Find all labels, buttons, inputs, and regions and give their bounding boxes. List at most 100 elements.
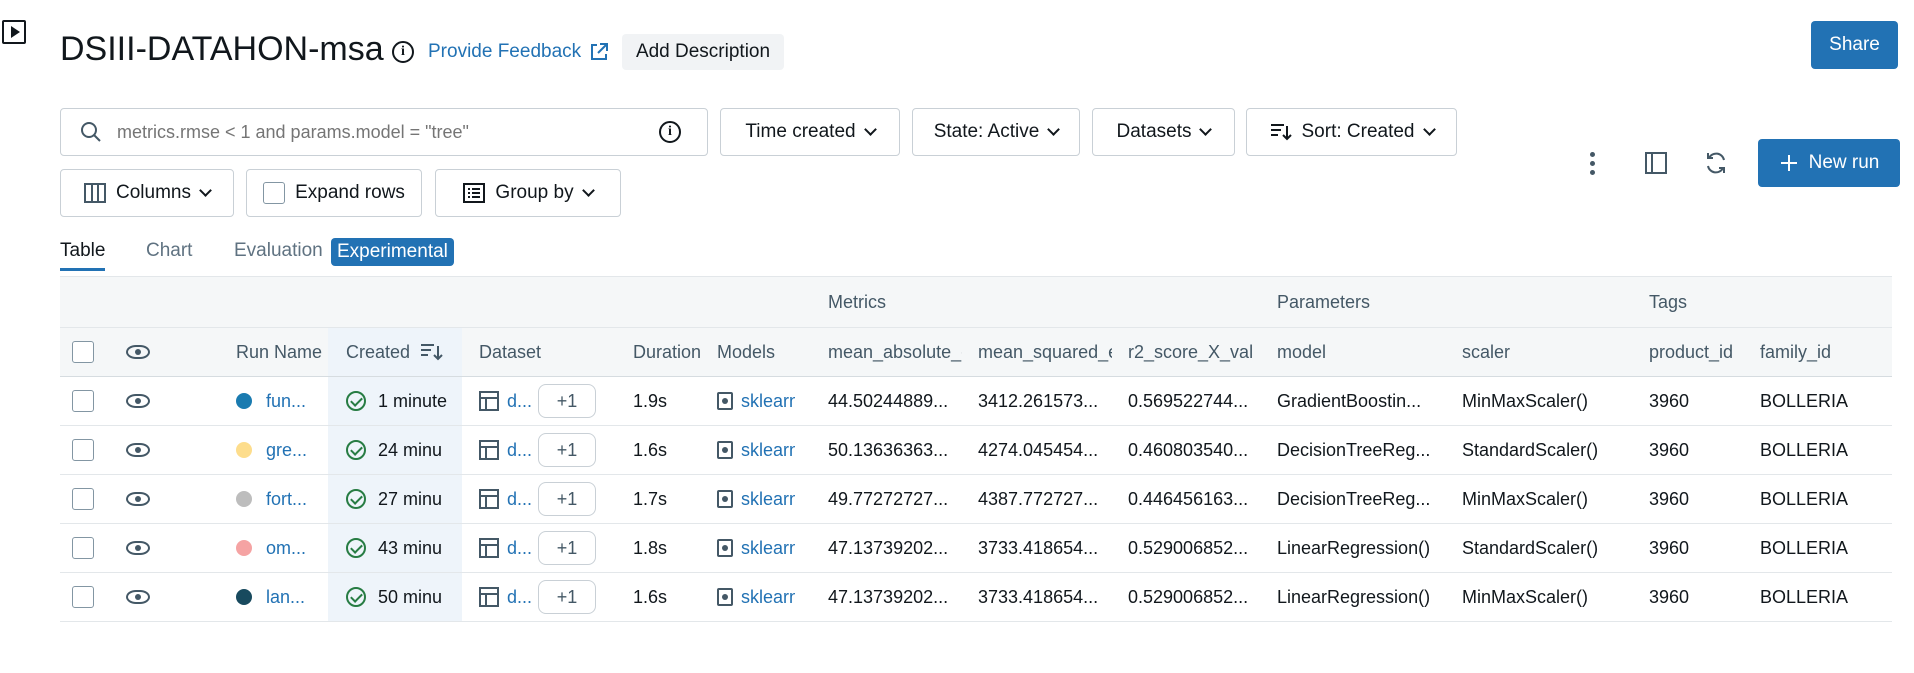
product-id-value: 3960 bbox=[1649, 439, 1690, 460]
dataset-cell: d... +1 bbox=[479, 426, 619, 474]
model-link[interactable]: sklearn bbox=[741, 440, 795, 461]
group-by-icon bbox=[463, 183, 486, 203]
tab-evaluation[interactable]: Evaluation bbox=[234, 240, 323, 262]
provide-feedback-link[interactable]: Provide Feedback bbox=[428, 41, 609, 63]
scaler-param-value: MinMaxScaler() bbox=[1462, 586, 1589, 607]
header-r2-score[interactable]: r2_score_X_val bbox=[1128, 328, 1262, 376]
table-row[interactable]: lan... 50 minu d... +1 1.6s sklearn 47.1… bbox=[60, 573, 1892, 622]
more-options-icon[interactable] bbox=[1590, 152, 1596, 176]
expand-rows-label: Expand rows bbox=[295, 182, 405, 203]
dataset-more-badge[interactable]: +1 bbox=[538, 433, 597, 467]
dataset-more-badge[interactable]: +1 bbox=[538, 384, 597, 418]
search-help-icon[interactable]: i bbox=[659, 121, 681, 143]
datasets-dropdown[interactable]: Datasets bbox=[1092, 108, 1235, 156]
share-button[interactable]: Share bbox=[1811, 21, 1898, 69]
dataset-table-icon bbox=[479, 391, 499, 411]
new-run-button[interactable]: New run bbox=[1758, 139, 1900, 187]
tab-table[interactable]: Table bbox=[60, 240, 106, 271]
eye-icon[interactable] bbox=[126, 443, 150, 457]
model-link[interactable]: sklearn bbox=[741, 538, 795, 559]
table-row[interactable]: gre... 24 minu d... +1 1.6s sklearn 50.1… bbox=[60, 426, 1892, 475]
sort-dropdown[interactable]: Sort: Created bbox=[1246, 108, 1457, 156]
tab-experimental[interactable]: Experimental bbox=[331, 238, 454, 266]
table-row[interactable]: om... 43 minu d... +1 1.8s sklearn 47.13… bbox=[60, 524, 1892, 573]
header-run-name[interactable]: Run Name bbox=[236, 328, 324, 376]
product-id-value: 3960 bbox=[1649, 537, 1690, 558]
product-id-value: 3960 bbox=[1649, 586, 1690, 607]
time-created-dropdown[interactable]: Time created bbox=[720, 108, 900, 156]
eye-icon[interactable] bbox=[126, 345, 150, 359]
sidebar-toggle-icon[interactable] bbox=[2, 20, 26, 44]
info-icon[interactable]: i bbox=[392, 41, 414, 63]
table-row[interactable]: fun... 1 minute d... +1 1.9s sklearn 44.… bbox=[60, 377, 1892, 426]
run-name-cell: fun... bbox=[236, 377, 324, 425]
row-checkbox[interactable] bbox=[72, 586, 94, 608]
row-checkbox[interactable] bbox=[72, 488, 94, 510]
chevron-down-icon bbox=[1422, 123, 1436, 136]
header-family-id[interactable]: family_id bbox=[1760, 328, 1831, 376]
run-name-link[interactable]: om... bbox=[266, 538, 306, 559]
duration-value: 1.7s bbox=[633, 488, 668, 509]
columns-button[interactable]: Columns bbox=[60, 169, 234, 217]
row-checkbox[interactable] bbox=[72, 537, 94, 559]
columns-label: Columns bbox=[116, 182, 191, 203]
mae-value: 47.13739202... bbox=[828, 586, 949, 607]
model-link[interactable]: sklearn bbox=[741, 391, 795, 412]
eye-icon[interactable] bbox=[126, 492, 150, 506]
expand-rows-toggle[interactable]: Expand rows bbox=[246, 169, 422, 217]
tab-chart[interactable]: Chart bbox=[146, 240, 192, 262]
header-mean-absolute-error[interactable]: mean_absolute_e bbox=[828, 328, 962, 376]
run-color-dot bbox=[236, 589, 252, 605]
dataset-more-badge[interactable]: +1 bbox=[538, 580, 597, 614]
header-mean-squared-error[interactable]: mean_squared_e bbox=[978, 328, 1112, 376]
run-name-cell: fort... bbox=[236, 475, 324, 523]
select-all-checkbox[interactable] bbox=[72, 341, 94, 363]
search-box: i bbox=[60, 108, 708, 156]
dataset-link[interactable]: d... bbox=[507, 538, 532, 559]
expand-rows-checkbox[interactable] bbox=[263, 182, 286, 204]
refresh-icon[interactable] bbox=[1704, 151, 1728, 175]
dataset-more-badge[interactable]: +1 bbox=[538, 531, 597, 565]
sort-descending-icon bbox=[421, 344, 443, 361]
header-created[interactable]: Created bbox=[328, 328, 462, 376]
run-name-link[interactable]: fun... bbox=[266, 391, 306, 412]
family-id-value: BOLLERIA bbox=[1760, 390, 1849, 411]
eye-icon[interactable] bbox=[126, 590, 150, 604]
header-duration[interactable]: Duration bbox=[633, 328, 701, 376]
model-link[interactable]: sklearn bbox=[741, 489, 795, 510]
run-name-link[interactable]: gre... bbox=[266, 440, 307, 461]
dataset-table-icon bbox=[479, 538, 499, 558]
state-dropdown[interactable]: State: Active bbox=[912, 108, 1080, 156]
created-cell: 1 minute bbox=[328, 377, 462, 425]
header-models[interactable]: Models bbox=[717, 328, 775, 376]
eye-icon[interactable] bbox=[126, 394, 150, 408]
row-visibility-cell bbox=[126, 573, 150, 621]
external-link-icon bbox=[591, 43, 609, 60]
group-by-button[interactable]: Group by bbox=[435, 169, 621, 217]
search-input[interactable] bbox=[115, 120, 659, 144]
dataset-link[interactable]: d... bbox=[507, 440, 532, 461]
tab-table-label: Table bbox=[60, 240, 106, 261]
row-checkbox[interactable] bbox=[72, 390, 94, 412]
runs-table: Metrics Parameters Tags Run Name Created… bbox=[60, 276, 1892, 622]
table-row[interactable]: fort... 27 minu d... +1 1.7s sklearn 49.… bbox=[60, 475, 1892, 524]
state-label: State: Active bbox=[933, 121, 1040, 142]
run-name-link[interactable]: fort... bbox=[266, 489, 307, 510]
dataset-link[interactable]: d... bbox=[507, 391, 532, 412]
header-model[interactable]: model bbox=[1277, 328, 1326, 376]
header-product-id[interactable]: product_id bbox=[1649, 328, 1733, 376]
header-scaler[interactable]: scaler bbox=[1462, 328, 1510, 376]
model-param-value: DecisionTreeReg... bbox=[1277, 488, 1431, 509]
side-panel-icon[interactable] bbox=[1645, 152, 1667, 174]
dataset-link[interactable]: d... bbox=[507, 489, 532, 510]
run-name-link[interactable]: lan... bbox=[266, 587, 305, 608]
dataset-link[interactable]: d... bbox=[507, 587, 532, 608]
eye-icon[interactable] bbox=[126, 541, 150, 555]
run-color-dot bbox=[236, 540, 252, 556]
model-link[interactable]: sklearn bbox=[741, 587, 795, 608]
success-check-icon bbox=[346, 489, 366, 509]
header-dataset[interactable]: Dataset bbox=[479, 328, 541, 376]
dataset-more-badge[interactable]: +1 bbox=[538, 482, 597, 516]
add-description-button[interactable]: Add Description bbox=[622, 34, 784, 70]
row-checkbox[interactable] bbox=[72, 439, 94, 461]
